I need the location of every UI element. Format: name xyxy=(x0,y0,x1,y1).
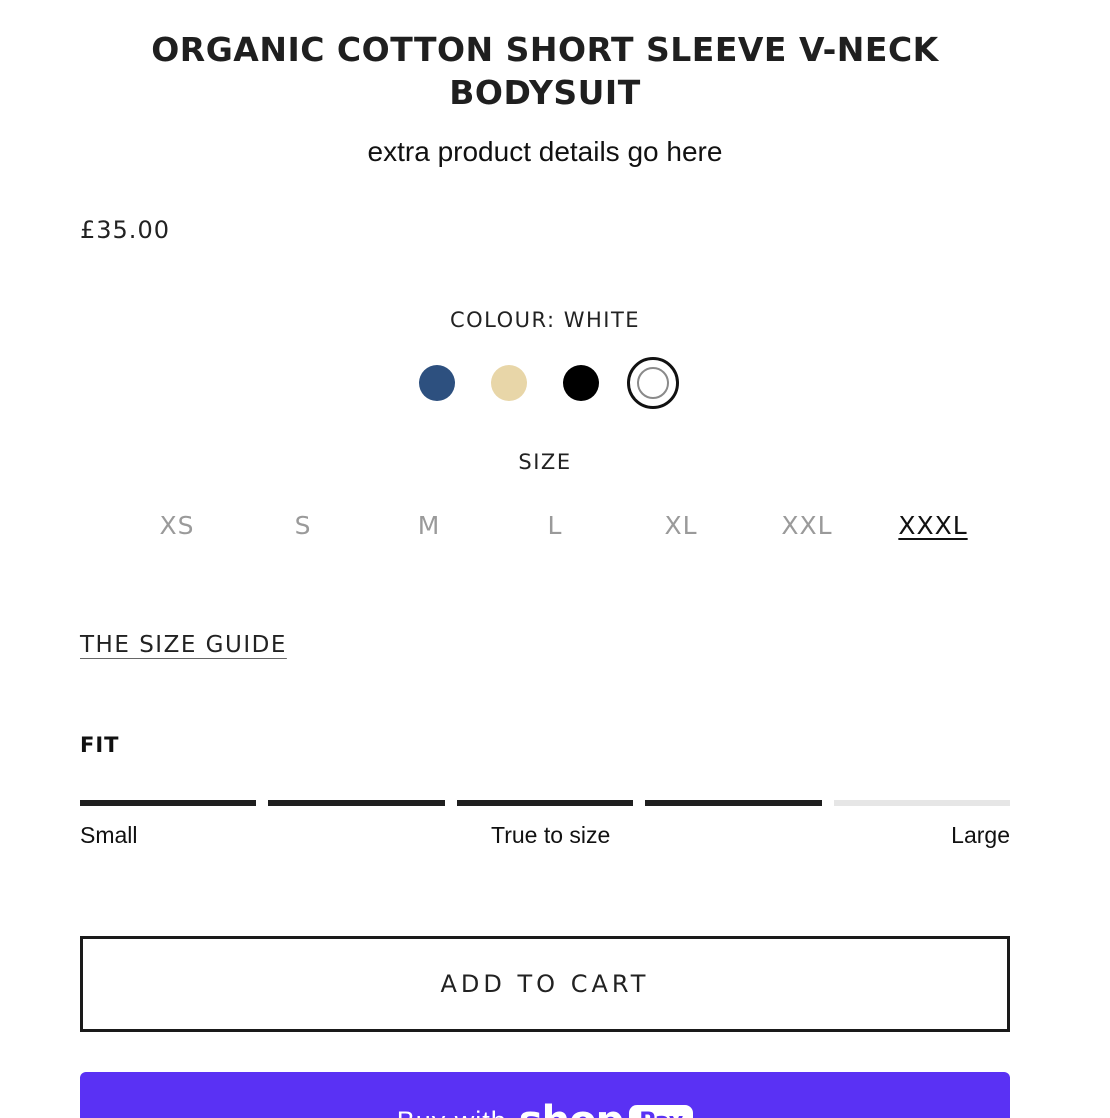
fit-label-large: Large xyxy=(951,822,1010,848)
size-label: SIZE xyxy=(518,450,572,474)
colour-label: COLOUR: WHITE xyxy=(449,308,641,332)
fit-segment-5 xyxy=(834,800,1010,806)
size-option-l[interactable]: L xyxy=(500,508,610,544)
fit-label-small: Small xyxy=(80,822,138,848)
swatch-black[interactable] xyxy=(563,365,599,401)
size-option-s[interactable]: S xyxy=(248,508,358,544)
shop-pay-logo: Buy with shop Pay xyxy=(397,1098,694,1118)
fit-segment-4 xyxy=(645,800,822,806)
swatch-white[interactable] xyxy=(627,357,679,409)
swatch-cream[interactable] xyxy=(491,365,527,401)
fit-segment-3 xyxy=(457,800,633,806)
size-options: XS S M L XL XXL XXXL xyxy=(0,508,1110,548)
product-price: £35.00 xyxy=(80,216,170,244)
pay-badge: Pay xyxy=(629,1104,694,1118)
fit-heading: FIT xyxy=(80,733,120,757)
colour-swatches xyxy=(0,357,1090,409)
shop-wordmark: shop xyxy=(519,1098,624,1118)
size-option-m[interactable]: M xyxy=(374,508,484,544)
product-subtitle: extra product details go here xyxy=(367,136,723,167)
shop-pay-buy-with: Buy with xyxy=(397,1106,507,1118)
fit-segment-1 xyxy=(80,800,256,806)
size-guide-link[interactable]: THE SIZE GUIDE xyxy=(80,632,287,658)
size-option-xxl[interactable]: XXL xyxy=(752,508,862,544)
fit-label-true-to-size: True to size xyxy=(491,822,611,848)
product-form: ORGANIC COTTON SHORT SLEEVE V-NECK BODYS… xyxy=(0,0,1110,1118)
product-title: ORGANIC COTTON SHORT SLEEVE V-NECK BODYS… xyxy=(151,30,939,112)
size-option-xs[interactable]: XS xyxy=(122,508,232,544)
swatch-navy[interactable] xyxy=(419,365,455,401)
size-option-xl[interactable]: XL xyxy=(626,508,736,544)
size-option-xxxl[interactable]: XXXL xyxy=(878,508,988,544)
shop-pay-button[interactable]: Buy with shop Pay xyxy=(80,1072,1010,1118)
fit-segment-2 xyxy=(268,800,445,806)
add-to-cart-button[interactable]: ADD TO CART xyxy=(80,936,1010,1032)
